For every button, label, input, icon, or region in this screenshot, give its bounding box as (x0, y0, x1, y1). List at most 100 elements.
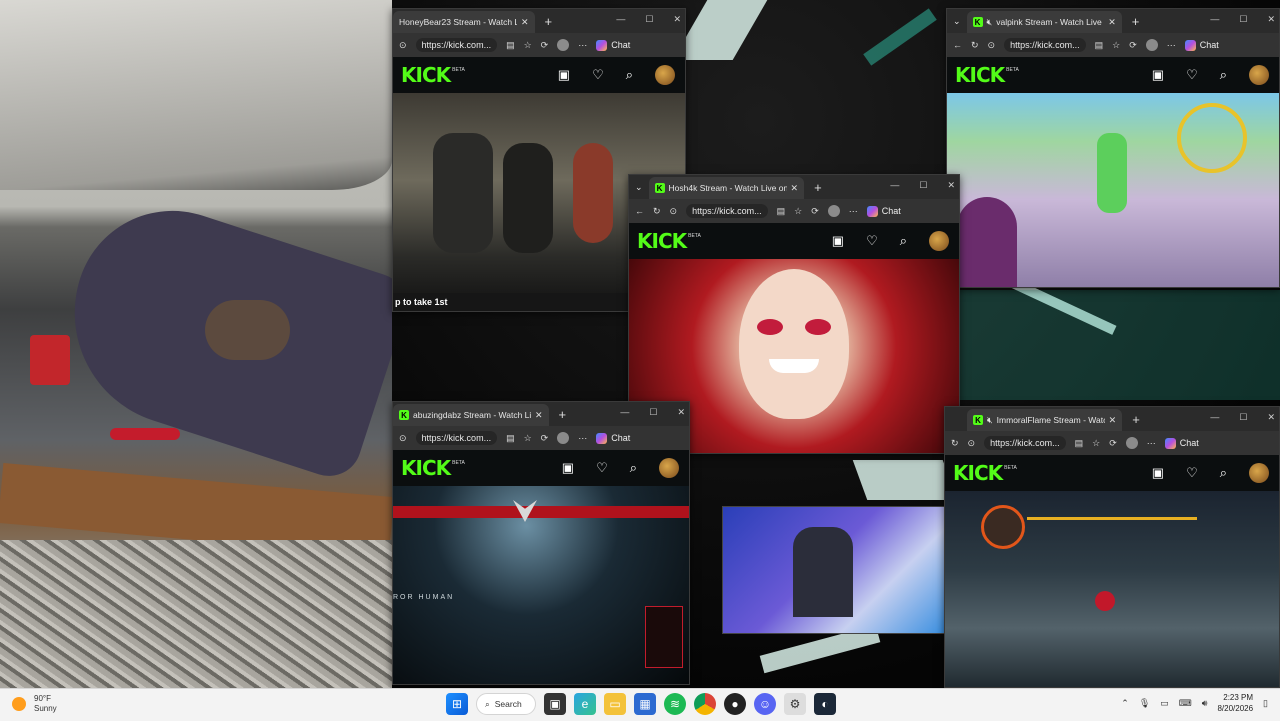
refresh-icon[interactable]: ↻ (971, 40, 979, 51)
close-icon[interactable]: ✕ (673, 14, 681, 25)
mic-icon[interactable]: 🎙︎ (1139, 698, 1150, 709)
clock[interactable]: 2:23 PM 8/20/2026 (1217, 692, 1253, 714)
kick-logo[interactable]: KICK (953, 461, 1003, 485)
tab-hosh4k[interactable]: K Hosh4k Stream - Watch Live on K ✕ (648, 177, 805, 199)
close-tab-icon[interactable]: ✕ (1109, 415, 1117, 426)
tab-list-icon[interactable]: ⌄ (635, 182, 643, 193)
spotify-icon[interactable]: ≋ (664, 693, 686, 715)
search-icon[interactable]: ⌕ (1220, 465, 1227, 481)
following-icon[interactable]: ♡ (866, 233, 878, 249)
favorite-icon[interactable]: ☆ (524, 40, 532, 51)
chat-button[interactable]: Chat (596, 39, 630, 51)
profile-icon[interactable] (1125, 437, 1138, 449)
browser-window-abuzingdabz[interactable]: K abuzingdabz Stream - Watch Live ✕ + — … (392, 401, 690, 685)
minimize-icon[interactable]: — (620, 407, 629, 418)
maximize-icon[interactable]: ☐ (1239, 412, 1247, 423)
more-icon[interactable]: ⋯ (1147, 438, 1156, 449)
kick-logo[interactable]: KICK (637, 229, 687, 253)
chevron-up-icon[interactable]: ⌃ (1121, 698, 1129, 709)
file-explorer-icon[interactable]: ▭ (604, 693, 626, 715)
kick-logo[interactable]: KICK (955, 63, 1005, 87)
minimize-icon[interactable]: — (1210, 412, 1219, 423)
site-info-icon[interactable]: ⊙ (399, 433, 407, 444)
stream-player[interactable] (945, 491, 1279, 687)
url-field[interactable]: https://kick.com... (415, 38, 498, 52)
maximize-icon[interactable]: ☐ (645, 14, 653, 25)
site-info-icon[interactable]: ⊙ (399, 40, 407, 51)
reader-icon[interactable]: ▤ (1095, 40, 1104, 51)
notifications-icon[interactable]: ▯ (1263, 698, 1268, 709)
profile-icon[interactable] (827, 205, 840, 217)
new-tab-button[interactable]: + (545, 14, 553, 29)
tab-valpink[interactable]: K 🔇︎ valpink Stream - Watch Live o ✕ (966, 11, 1122, 33)
close-tab-icon[interactable]: ✕ (1108, 17, 1116, 28)
user-avatar[interactable] (659, 458, 679, 478)
task-view-icon[interactable]: ▣ (544, 693, 566, 715)
store-icon[interactable]: ▦ (634, 693, 656, 715)
network-icon[interactable]: ⌨︎ (1179, 698, 1192, 709)
volume-icon[interactable]: 🔊︎ (1202, 698, 1208, 709)
favorite-icon[interactable]: ☆ (794, 206, 802, 217)
more-icon[interactable]: ⋯ (849, 206, 858, 217)
tab-immoralflame[interactable]: K 🔇︎ ImmoralFlame Stream - Watc ✕ (967, 409, 1123, 431)
url-field[interactable]: https://kick.com... (686, 204, 768, 218)
profile-icon[interactable] (557, 432, 570, 444)
user-avatar[interactable] (655, 65, 675, 85)
reader-icon[interactable]: ▤ (1075, 438, 1084, 449)
refresh-icon[interactable]: ↻ (951, 438, 959, 449)
reader-icon[interactable]: ▤ (506, 433, 515, 444)
following-icon[interactable]: ♡ (1186, 67, 1198, 83)
app-icon[interactable]: ● (724, 693, 746, 715)
more-icon[interactable]: ⋯ (578, 40, 587, 51)
back-icon[interactable]: ← (953, 40, 962, 50)
browser-window-immoralflame[interactable]: K 🔇︎ ImmoralFlame Stream - Watc ✕ + — ☐ … (944, 406, 1280, 688)
close-icon[interactable]: ✕ (947, 180, 955, 191)
tab-honeybear[interactable]: HoneyBear23 Stream - Watch Live ✕ (393, 11, 535, 33)
chat-button[interactable]: Chat (866, 205, 901, 217)
stream-player[interactable]: ROR HUMAN (393, 486, 689, 684)
new-tab-button[interactable]: + (1132, 412, 1140, 427)
site-info-icon[interactable]: ⊙ (968, 438, 976, 449)
tab-list-icon[interactable]: ⌄ (953, 16, 961, 27)
new-tab-button[interactable]: + (559, 407, 567, 422)
reader-icon[interactable]: ▤ (506, 40, 515, 51)
user-avatar[interactable] (929, 231, 949, 251)
favorite-icon[interactable]: ☆ (1092, 438, 1100, 449)
start-icon[interactable]: ⊞ (446, 693, 468, 715)
url-field[interactable]: https://kick.com... (1004, 38, 1086, 52)
favorite-icon[interactable]: ☆ (524, 433, 532, 444)
minimize-icon[interactable]: — (616, 14, 625, 25)
minimize-icon[interactable]: — (890, 180, 899, 191)
settings-icon[interactable]: ⚙ (784, 693, 806, 715)
url-field[interactable]: https://kick.com... (984, 436, 1066, 450)
browse-icon[interactable]: ▣ (1152, 465, 1164, 481)
extensions-icon[interactable]: ⟳ (1129, 40, 1137, 51)
kick-logo[interactable]: KICK (401, 63, 451, 87)
muted-icon[interactable]: 🔇︎ (987, 415, 993, 426)
close-tab-icon[interactable]: ✕ (791, 183, 799, 194)
maximize-icon[interactable]: ☐ (919, 180, 927, 191)
tab-abuzingdabz[interactable]: K abuzingdabz Stream - Watch Live ✕ (393, 404, 549, 426)
steam-icon[interactable]: ◐ (814, 693, 836, 715)
site-info-icon[interactable]: ⊙ (988, 40, 996, 51)
search-icon[interactable]: ⌕ (900, 233, 907, 249)
chrome-icon[interactable] (694, 693, 716, 715)
browse-icon[interactable]: ▣ (562, 460, 574, 476)
favorite-icon[interactable]: ☆ (1112, 40, 1120, 51)
more-icon[interactable]: ⋯ (1167, 40, 1176, 51)
chat-button[interactable]: Chat (1184, 39, 1219, 51)
chat-button[interactable]: Chat (596, 432, 630, 444)
weather-widget[interactable]: 90°F Sunny (12, 694, 57, 714)
following-icon[interactable]: ♡ (596, 460, 608, 476)
profile-icon[interactable] (557, 39, 570, 51)
discord-icon[interactable]: ☺ (754, 693, 776, 715)
browser-window-valpink[interactable]: ⌄ K 🔇︎ valpink Stream - Watch Live o ✕ +… (946, 8, 1280, 288)
extensions-icon[interactable]: ⟳ (541, 433, 549, 444)
close-icon[interactable]: ✕ (1267, 14, 1275, 25)
browse-icon[interactable]: ▣ (832, 233, 844, 249)
close-tab-icon[interactable]: ✕ (535, 410, 543, 421)
edge-icon[interactable]: e (574, 693, 596, 715)
search-icon[interactable]: ⌕ (626, 67, 633, 83)
search-icon[interactable]: ⌕ (630, 460, 637, 476)
chat-button[interactable]: Chat (1164, 437, 1199, 449)
